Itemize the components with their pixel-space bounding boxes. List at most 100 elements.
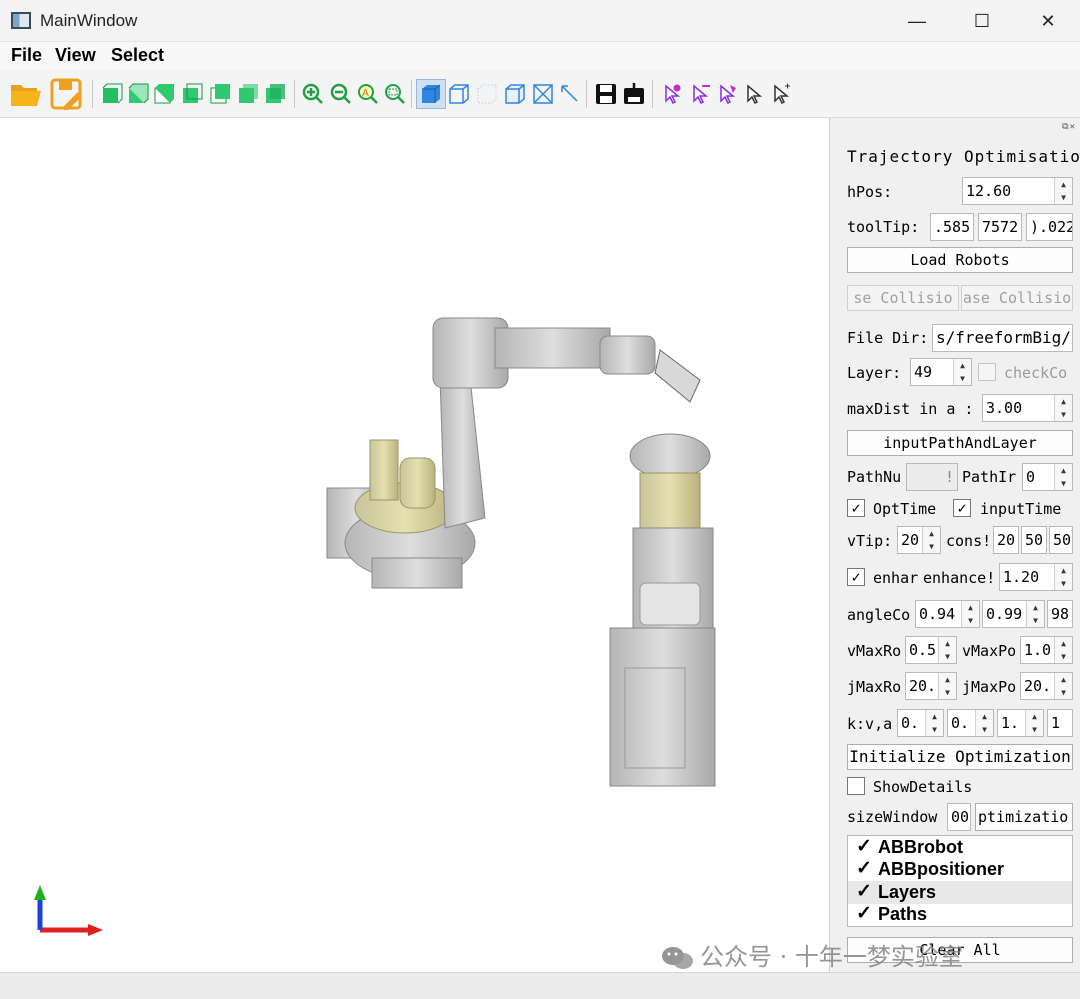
- enhance-spinbox[interactable]: 1.20 ▲ ▼: [999, 563, 1073, 591]
- checkco-checkbox[interactable]: [978, 363, 996, 381]
- angle-value-1: 0.94: [919, 605, 956, 623]
- spin-arrows-icon[interactable]: ▲ ▼: [1026, 601, 1044, 627]
- jmaxp-spinbox[interactable]: 20. ▲ ▼: [1020, 672, 1073, 700]
- spin-arrows-icon[interactable]: ▲ ▼: [1054, 395, 1072, 421]
- open-folder-icon[interactable]: [10, 80, 42, 108]
- initialize-optimization-button[interactable]: Initialize Optimization: [847, 744, 1073, 770]
- jmaxr-spinbox[interactable]: 20. ▲ ▼: [905, 672, 957, 700]
- zoom-window-icon[interactable]: [383, 82, 407, 106]
- spin-arrows-icon[interactable]: ▲ ▼: [953, 359, 971, 385]
- view-left-icon[interactable]: [152, 82, 176, 106]
- shaded-mode-icon[interactable]: [419, 82, 443, 106]
- view-top-icon[interactable]: [208, 82, 232, 106]
- menu-select[interactable]: Select: [111, 45, 164, 66]
- angle-spinbox-1[interactable]: 0.94 ▲ ▼: [915, 600, 980, 628]
- list-item-paths[interactable]: ✓ Paths: [848, 903, 1072, 926]
- kv-field-4[interactable]: 1: [1047, 709, 1073, 737]
- select-face-icon[interactable]: [715, 82, 739, 106]
- kv-spinbox-3[interactable]: 1. ▲ ▼: [997, 709, 1044, 737]
- spin-arrows-icon[interactable]: ▲ ▼: [1054, 673, 1072, 699]
- inputtime-checkbox[interactable]: ✓: [953, 499, 971, 517]
- select-pointer-alt-icon[interactable]: [769, 82, 793, 106]
- view-right-icon[interactable]: [180, 82, 204, 106]
- fit-mode-icon[interactable]: [531, 82, 555, 106]
- enhance-checkbox[interactable]: ✓: [847, 568, 865, 586]
- sizewindow-field[interactable]: 00: [947, 803, 971, 831]
- dock-buttons[interactable]: ⧉✕: [1062, 122, 1076, 132]
- spin-arrows-icon[interactable]: ▲ ▼: [1054, 178, 1072, 204]
- load-robots-button[interactable]: Load Robots: [847, 247, 1073, 273]
- minimize-button[interactable]: —: [894, 6, 940, 36]
- collision-button-2[interactable]: ase Collisio: [961, 285, 1073, 311]
- list-item-abbrobot[interactable]: ✓ ABBrobot: [848, 836, 1072, 859]
- kv-spinbox-2[interactable]: 0. ▲ ▼: [947, 709, 994, 737]
- save-image-icon[interactable]: [594, 82, 618, 106]
- spin-arrows-icon[interactable]: ▲ ▼: [1054, 637, 1072, 663]
- check-icon[interactable]: ✓: [856, 904, 872, 924]
- input-path-layer-button[interactable]: inputPathAndLayer: [847, 430, 1073, 456]
- zoom-all-icon[interactable]: A: [356, 82, 380, 106]
- wireframe-mode-icon[interactable]: [447, 82, 471, 106]
- zoom-in-icon[interactable]: [301, 82, 325, 106]
- spin-arrows-icon[interactable]: ▲ ▼: [961, 601, 979, 627]
- layer-spinbox[interactable]: 49 ▲ ▼: [910, 358, 972, 386]
- view-front-icon[interactable]: [100, 82, 124, 106]
- arrow-mode-icon[interactable]: [558, 82, 582, 106]
- spin-arrows-icon[interactable]: ▲ ▼: [922, 527, 940, 553]
- kv-spinbox-1[interactable]: 0. ▲ ▼: [897, 709, 944, 737]
- cons-field-1[interactable]: 20: [993, 526, 1019, 554]
- spin-arrows-icon[interactable]: ▲ ▼: [925, 710, 943, 736]
- hpos-spinbox[interactable]: 12.60 ▲ ▼: [962, 177, 1073, 205]
- export-icon[interactable]: [622, 82, 646, 106]
- filedir-field[interactable]: s/freeformBig/: [932, 324, 1073, 352]
- cons-field-3[interactable]: 50: [1049, 526, 1073, 554]
- vmaxr-spinbox[interactable]: 0.5 ▲ ▼: [905, 636, 957, 664]
- list-item-label: Layers: [878, 882, 937, 902]
- zoom-out-icon[interactable]: [329, 82, 353, 106]
- spin-arrows-icon[interactable]: ▲ ▼: [1054, 564, 1072, 590]
- save-file-icon[interactable]: [50, 78, 84, 110]
- select-node-icon[interactable]: [660, 82, 684, 106]
- view-back-icon[interactable]: [126, 82, 150, 106]
- maxdist-spinbox[interactable]: 3.00 ▲ ▼: [982, 394, 1073, 422]
- check-icon[interactable]: ✓: [856, 837, 872, 857]
- show-details-checkbox[interactable]: [847, 777, 865, 795]
- menu-file[interactable]: File: [11, 45, 42, 66]
- pathin-spinbox[interactable]: 0 ▲ ▼: [1022, 463, 1073, 491]
- spin-arrows-icon[interactable]: ▲ ▼: [1054, 464, 1072, 490]
- view-iso-icon[interactable]: [263, 82, 287, 106]
- collision-button-1[interactable]: se Collisio: [847, 285, 959, 311]
- list-item-layers[interactable]: ✓ Layers: [848, 881, 1072, 904]
- optimization-button[interactable]: ptimizatio: [975, 803, 1073, 831]
- close-button[interactable]: ✕: [1025, 6, 1071, 36]
- kv-label: k:v,a: [847, 715, 893, 733]
- angle-spinbox-2[interactable]: 0.99 ▲ ▼: [982, 600, 1045, 628]
- select-edge-icon[interactable]: [688, 82, 712, 106]
- select-pointer-icon[interactable]: [742, 82, 766, 106]
- check-icon[interactable]: ✓: [856, 859, 872, 879]
- abb-positioner-model: [609, 433, 716, 787]
- points-mode-icon[interactable]: [475, 82, 499, 106]
- view-bottom-icon[interactable]: [236, 82, 260, 106]
- tooltip-x-field[interactable]: .585: [930, 213, 974, 241]
- list-item-abbpositioner[interactable]: ✓ ABBpositioner: [848, 858, 1072, 881]
- vtip-spinbox[interactable]: 20 ▲ ▼: [897, 526, 941, 554]
- 3d-viewport[interactable]: [0, 118, 829, 972]
- spin-arrows-icon[interactable]: ▲ ▼: [938, 637, 956, 663]
- angle-field-3[interactable]: 98: [1047, 600, 1073, 628]
- vmaxp-spinbox[interactable]: 1.0 ▲ ▼: [1020, 636, 1073, 664]
- opttime-checkbox[interactable]: ✓: [847, 499, 865, 517]
- spin-arrows-icon[interactable]: ▲ ▼: [938, 673, 956, 699]
- menu-view[interactable]: View: [55, 45, 96, 66]
- cons-field-2[interactable]: 50: [1021, 526, 1047, 554]
- check-icon[interactable]: ✓: [856, 882, 872, 902]
- box-mode-icon[interactable]: [503, 82, 527, 106]
- spin-arrows-icon[interactable]: ▲ ▼: [1025, 710, 1043, 736]
- tooltip-z-field[interactable]: ).022: [1026, 213, 1073, 241]
- tooltip-y-field[interactable]: 7572: [978, 213, 1022, 241]
- maximize-button[interactable]: ☐: [959, 6, 1005, 36]
- jmaxp-label: jMaxPo: [962, 678, 1017, 696]
- spin-arrows-icon[interactable]: ▲ ▼: [975, 710, 993, 736]
- vmaxr-label: vMaxRo: [847, 642, 902, 660]
- layers-list[interactable]: ✓ ABBrobot ✓ ABBpositioner ✓ Layers ✓ Paths: [847, 835, 1073, 927]
